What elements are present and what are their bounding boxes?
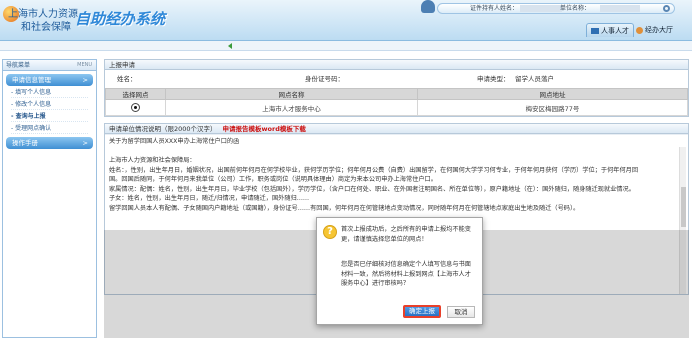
name-label: 姓名： [117,75,137,83]
reason-line: 子女：姓名，性别，出生年月日，随迁/归情况，申请随迁，国外随归…… [109,195,310,202]
sidebar-item-fill-info[interactable]: - 填写个人信息 [11,88,88,98]
question-icon: ? [323,225,337,239]
sidebar-item-query-submit[interactable]: - 查询与上报 [11,112,88,122]
confirm-dialog: ? 首次上报成功后，之后所有的申请上报均不能变更，请谨慎选择您单位的网点！ 您是… [316,217,483,325]
reason-line: 家属情况：配偶：姓名，性别，出生年月日，毕业学校（包括国外），学历学位，（含户口… [109,185,635,193]
column-header-select: 选择网点 [105,88,166,100]
application-panel: 上报申请 姓名： 身份证号码： 申请类型： 留学人员落户 选择网点 网点名称 网… [104,59,689,117]
sidebar-item-edit-info[interactable]: - 修改个人信息 [11,100,88,110]
reason-line [109,147,684,157]
reason-line: 上海市人力资源和社会保障局： [109,157,196,164]
hall-icon [636,26,643,34]
cancel-button[interactable]: 取消 [447,306,475,318]
application-panel-title: 上报申请 [105,60,688,70]
reason-title: 申请单位情况说明（限2000个汉字） [109,125,217,133]
sidebar-menu-label: MENU [77,62,92,68]
application-type-label: 申请类型： [477,75,510,83]
sidebar-section-manual[interactable]: 操作手册 > [6,137,93,149]
id-number-label: 身份证号码： [305,75,344,83]
unit-name-label: 单位名称： [560,5,591,12]
column-header-branch-address: 网点地址 [417,88,688,100]
dialog-warning-text: 首次上报成功后，之后所有的申请上报均不能变更，请谨慎选择您单位的网点！ [341,226,471,243]
sidebar-section-application[interactable]: 申请信息管理 > [6,74,93,86]
settings-gear-icon[interactable] [663,5,670,12]
person-icon [591,28,599,34]
dialog-confirm-text: 您是否已仔细核对信息确定个人填写信息与书面材料一致，然后将材料上报到网点【上海市… [341,261,471,287]
user-name-value [520,5,562,12]
toolbar-strip [0,41,692,51]
branch-select-radio[interactable] [131,103,140,112]
sidebar: 导航菜单 MENU 申请信息管理 > - 填写个人信息 - 修改个人信息 - 查… [2,59,97,338]
chevron-right-icon: > [82,139,88,147]
sidebar-header: 导航菜单 MENU [3,60,96,71]
sidebar-section-label: 操作手册 [12,139,38,147]
confirm-submit-button[interactable]: 确定上报 [403,305,441,318]
sidebar-section-label: 申请信息管理 [12,76,51,84]
column-header-branch-name: 网点名称 [165,88,418,100]
reason-line: 关于为留学回国人员XXX申办上海常住户口的函 [109,138,240,145]
nav-tab-hall-label: 经办大厅 [645,26,673,34]
system-title: 自助经办系统 [75,10,166,28]
user-info-bar: 证件持有人姓名： 单位名称： [437,3,675,14]
nav-tab-hall[interactable]: 经办大厅 [632,23,677,37]
branch-select-cell[interactable] [105,99,166,116]
nav-tab-talent-label: 人事人才 [601,27,629,35]
reason-panel-title: 申请单位情况说明（限2000个汉字） 申请报告模板word模板下载 [105,124,688,134]
branch-name-cell: 上海市人才服务中心 [165,99,418,116]
sidebar-item-branch-confirm[interactable]: - 受理网点确认 [11,124,88,134]
branch-address-cell: 梅安区梅园路77号 [417,99,688,116]
nav-tab-talent[interactable]: 人事人才 [586,23,634,37]
table-row[interactable]: 上海市人才服务中心 梅安区梅园路77号 [105,99,688,116]
template-download-link[interactable]: 申请报告模板word模板下载 [223,125,306,133]
logo-line2: 和社会保障 [21,22,71,33]
user-name-label: 证件持有人姓名： [470,5,519,12]
applicant-info-row: 姓名： 身份证号码： 申请类型： 留学人员落户 [105,70,688,88]
unit-name-value [600,5,640,12]
collapse-sidebar-arrow-icon[interactable] [228,43,232,49]
reason-line: 留学回国人员本人有配偶、子女随国内户籍地址（或国籍），身份证号……有回国，何年何… [109,204,580,212]
user-avatar-icon [421,0,435,13]
scrollbar-thumb[interactable] [681,187,686,227]
chevron-right-icon: > [82,76,88,84]
reason-line: 国。回国后随同，于何年何月来我单位（公司）工作，职务或岗位（说明具体理由）商定为… [109,176,437,183]
reason-line: 姓名：，性别，出生年月日，婚姻状况，出国前何年何月在何学校毕业，获何学历学位；何… [109,166,639,174]
app-header: 上海市人力资源 和社会保障 自助经办系统 证件持有人姓名： 单位名称： 人事人才… [0,0,692,41]
application-type-value: 留学人员落户 [515,75,554,83]
sidebar-title: 导航菜单 [6,62,31,69]
branch-table: 选择网点 网点名称 网点地址 上海市人才服务中心 梅安区梅园路77号 [105,88,688,116]
